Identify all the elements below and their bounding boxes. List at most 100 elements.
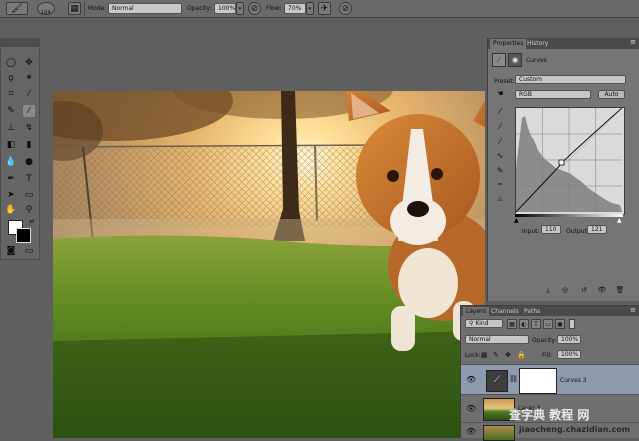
curves-graph[interactable] xyxy=(515,107,625,215)
on-image-adjust-icon[interactable]: ☚ xyxy=(494,88,506,100)
auto-button[interactable]: Auto xyxy=(598,90,625,99)
layer-opacity-input[interactable]: 100% xyxy=(557,335,581,344)
gradient-tool-icon[interactable]: ▮ xyxy=(23,139,35,151)
tab-paths[interactable]: Paths xyxy=(521,307,543,316)
filter-shape-icon[interactable]: ▭ xyxy=(543,319,553,329)
visibility-eye-icon[interactable]: 👁 xyxy=(466,405,476,413)
clipping-warning-icon[interactable]: ⚠ xyxy=(494,194,506,206)
history-brush-icon[interactable]: ↯ xyxy=(23,122,35,134)
document-canvas[interactable] xyxy=(53,91,485,438)
visibility-eye-icon[interactable]: 👁 xyxy=(466,376,476,384)
screen-mode-icon[interactable]: ▭ xyxy=(23,245,35,257)
type-tool-icon[interactable]: T xyxy=(23,173,35,185)
tab-channels[interactable]: Channels xyxy=(488,307,522,316)
brush-tool-icon[interactable]: ⁄ xyxy=(23,105,35,117)
curve-control-point[interactable] xyxy=(558,159,565,166)
filter-toggle[interactable] xyxy=(569,319,575,329)
layers-panel: Layers Channels Paths ≡ ⚲ Kind ▦ ◐ T ▭ ▣… xyxy=(460,305,639,441)
zoom-tool-icon[interactable]: ⚲ xyxy=(23,204,35,216)
curve-pencil-icon[interactable]: ✎ xyxy=(494,165,506,177)
layer-row[interactable]: 👁 ⟋ ⛓ Curves 3 xyxy=(461,364,639,395)
pen-tool-icon[interactable]: ✒ xyxy=(5,173,17,185)
background-color-swatch[interactable] xyxy=(16,228,31,243)
view-previous-state-icon[interactable]: ◎ xyxy=(560,286,570,295)
black-point-slider-icon[interactable]: ▲ xyxy=(514,217,519,224)
layers-tabbar: Layers Channels Paths ≡ xyxy=(461,306,639,316)
black-point-eyedropper-icon[interactable]: ⁄ xyxy=(494,106,506,118)
input-value-field[interactable]: 110 xyxy=(541,225,561,234)
lock-pixels-icon[interactable]: ✎ xyxy=(493,351,499,359)
opacity-label: Opacity: xyxy=(187,5,212,12)
eyedropper-tool-icon[interactable]: ⁄ xyxy=(23,88,35,100)
tab-layers[interactable]: Layers xyxy=(463,307,489,316)
watermark-url-text: jiaocheng.chazidian.com xyxy=(519,425,631,434)
filter-adjustment-icon[interactable]: ◐ xyxy=(519,319,529,329)
brush-panel-toggle-icon[interactable]: ▦ xyxy=(68,2,81,15)
white-point-slider-icon[interactable]: ▲ xyxy=(617,217,622,224)
filter-type-icon[interactable]: T xyxy=(531,319,541,329)
clone-stamp-icon[interactable]: ⊥ xyxy=(5,122,17,134)
dodge-tool-icon[interactable]: ● xyxy=(23,156,35,168)
layers-menu-icon[interactable]: ≡ xyxy=(630,306,636,314)
magic-wand-icon[interactable]: ✶ xyxy=(23,72,35,84)
mode-label: Mode: xyxy=(88,5,107,12)
marquee-tool-icon[interactable]: ◯ xyxy=(5,57,17,69)
layer-thumbnail[interactable] xyxy=(483,425,515,441)
reset-adjustments-icon[interactable]: ↺ xyxy=(579,286,589,295)
clip-to-layer-icon[interactable]: ⤓ xyxy=(543,286,553,295)
layer-mask-thumb[interactable] xyxy=(519,368,557,394)
opacity-input[interactable]: 100% xyxy=(214,3,236,14)
flow-input[interactable]: 70% xyxy=(284,3,306,14)
pressure-size-icon[interactable]: ⊘ xyxy=(339,2,352,15)
layer-mask-icon[interactable]: ◉ xyxy=(508,53,522,67)
filter-kind-label: Kind xyxy=(475,320,489,327)
quick-mask-icon[interactable]: ◙ xyxy=(5,245,17,257)
delete-adjustment-icon[interactable]: 🗑 xyxy=(615,286,625,295)
blend-mode-select[interactable]: Normal xyxy=(465,335,529,344)
brush-size-value: 104 xyxy=(41,10,51,16)
tab-history[interactable]: History xyxy=(524,39,551,49)
output-value-field[interactable]: 121 xyxy=(587,225,607,234)
blur-tool-icon[interactable]: 💧 xyxy=(5,156,17,168)
curves-adjustment-thumb-icon: ⟋ xyxy=(486,370,508,392)
curve-edit-points-icon[interactable]: ∿ xyxy=(494,150,506,162)
preset-select[interactable]: Custom xyxy=(515,75,626,84)
lock-all-icon[interactable]: 🔒 xyxy=(517,351,526,359)
link-chain-icon[interactable]: ⛓ xyxy=(509,375,518,383)
move-tool-icon[interactable]: ✥ xyxy=(23,57,35,69)
curves-graph-svg xyxy=(515,107,623,213)
layer-name: Curves 3 xyxy=(560,377,587,384)
lasso-tool-icon[interactable]: ϙ xyxy=(5,72,17,84)
tab-properties[interactable]: Properties xyxy=(490,39,527,49)
path-selection-icon[interactable]: ➤ xyxy=(5,189,17,201)
channel-select[interactable]: RGB xyxy=(515,90,591,99)
pressure-opacity-icon[interactable]: ⊘ xyxy=(248,2,261,15)
brush-tool-icon[interactable]: 🖌 xyxy=(6,2,28,15)
panel-menu-icon[interactable]: ≡ xyxy=(630,38,636,46)
lock-position-icon[interactable]: ✥ xyxy=(505,351,511,359)
flow-label: Flow: xyxy=(266,5,282,12)
toggle-visibility-icon[interactable]: 👁 xyxy=(597,286,607,295)
shape-tool-icon[interactable]: ▭ xyxy=(23,189,35,201)
tools-panel-header[interactable] xyxy=(1,39,39,47)
filter-kind-select[interactable]: ⚲ Kind xyxy=(465,319,503,328)
lock-transparent-icon[interactable]: ▦ xyxy=(481,351,488,359)
visibility-eye-icon[interactable]: 👁 xyxy=(466,428,476,436)
crop-tool-icon[interactable]: ⌗ xyxy=(5,88,17,100)
swap-colors-icon[interactable]: ⇄ xyxy=(26,216,38,228)
opacity-chevron-icon[interactable]: ▾ xyxy=(236,2,244,15)
white-point-eyedropper-icon[interactable]: ⁄ xyxy=(494,136,506,148)
fill-input[interactable]: 100% xyxy=(557,350,581,359)
hand-tool-icon[interactable]: ✋ xyxy=(5,204,17,216)
airbrush-icon[interactable]: ✈ xyxy=(318,2,331,15)
mode-select[interactable]: Normal xyxy=(108,3,182,14)
filter-smart-object-icon[interactable]: ▣ xyxy=(555,319,565,329)
healing-brush-icon[interactable]: ✎ xyxy=(5,105,17,117)
smooth-curve-icon[interactable]: ≈ xyxy=(494,179,506,191)
eraser-tool-icon[interactable]: ◧ xyxy=(5,139,17,151)
filter-pixel-icon[interactable]: ▦ xyxy=(507,319,517,329)
flow-chevron-icon[interactable]: ▾ xyxy=(306,2,314,15)
preset-label: Preset: xyxy=(494,78,515,85)
gray-point-eyedropper-icon[interactable]: ⁄ xyxy=(494,121,506,133)
lock-label: Lock: xyxy=(465,352,481,359)
